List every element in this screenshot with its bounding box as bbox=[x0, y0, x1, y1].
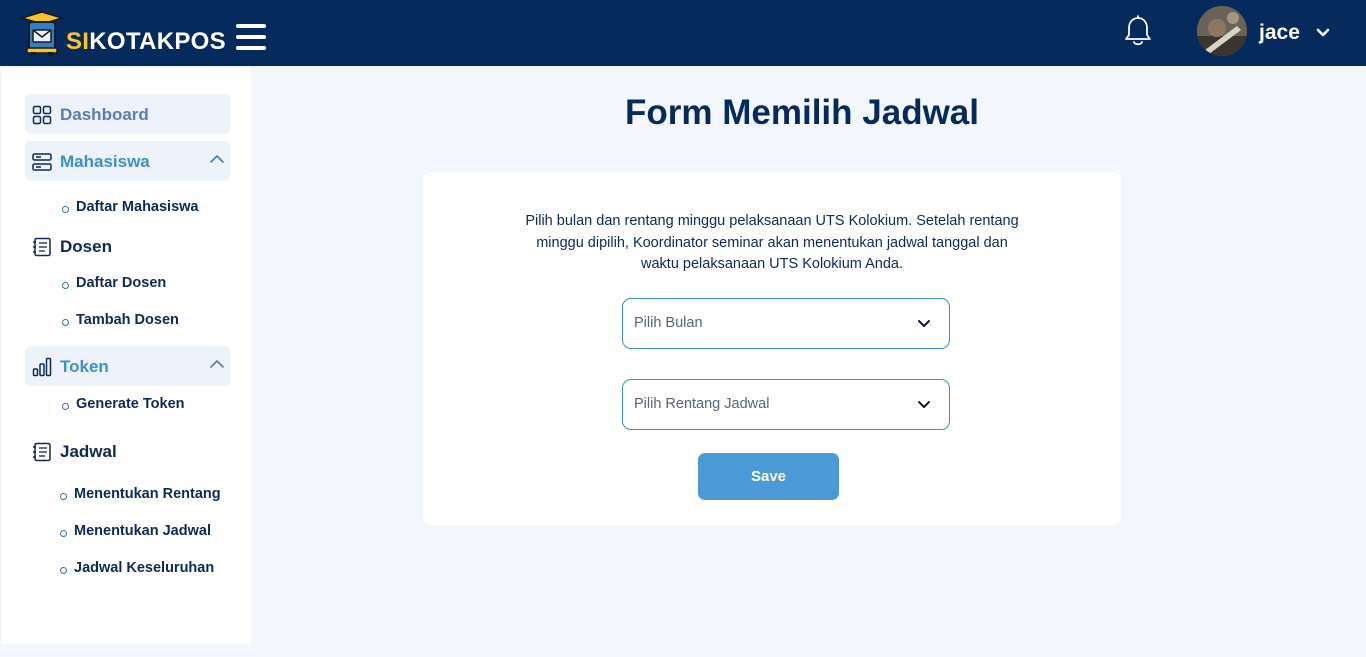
sidebar-subitem-daftar-dosen[interactable]: Daftar Dosen bbox=[61, 275, 166, 291]
chevron-down-icon[interactable] bbox=[1316, 28, 1330, 38]
chevron-down-icon bbox=[918, 320, 930, 327]
sidebar-item-token[interactable]: Token bbox=[25, 346, 230, 386]
month-select[interactable]: Pilih Bulan bbox=[622, 298, 950, 349]
sidebar: Dashboard Mahasiswa Daftar Mahasiswa Dos… bbox=[2, 68, 251, 644]
brand-rest: KOTAKPOS bbox=[89, 28, 226, 55]
sidebar-item-label: Mahasiswa bbox=[60, 152, 150, 171]
bar-chart-icon bbox=[32, 357, 52, 377]
sidebar-subitem-daftar-mahasiswa[interactable]: Daftar Mahasiswa bbox=[62, 199, 199, 215]
sidebar-item-label: Dosen bbox=[60, 237, 112, 256]
sidebar-item-label: Token bbox=[60, 357, 109, 376]
chevron-down-icon bbox=[918, 401, 930, 408]
range-select-placeholder: Pilih Rentang Jadwal bbox=[634, 396, 770, 412]
sidebar-item-dashboard[interactable]: Dashboard bbox=[25, 94, 230, 134]
server-icon bbox=[32, 153, 52, 171]
brand-name: SIKOTAKPOS bbox=[66, 28, 226, 56]
sidebar-item-label: Jadwal bbox=[60, 442, 117, 461]
form-description: Pilih bulan dan rentang minggu pelaksana… bbox=[525, 213, 1019, 272]
sidebar-item-label: Dashboard bbox=[60, 105, 149, 124]
dashboard-icon bbox=[32, 105, 52, 125]
menu-toggle-button[interactable] bbox=[236, 24, 266, 52]
notebook-icon bbox=[33, 442, 51, 462]
page-title: Form Memilih Jadwal bbox=[625, 93, 979, 132]
range-select[interactable]: Pilih Rentang Jadwal bbox=[622, 379, 950, 430]
form-card: Pilih bulan dan rentang minggu pelaksana… bbox=[423, 172, 1121, 525]
brand-accent: SI bbox=[66, 28, 90, 55]
sidebar-item-jadwal[interactable]: Jadwal bbox=[25, 431, 230, 471]
menu-icon-line bbox=[236, 24, 266, 28]
menu-icon-line bbox=[236, 46, 266, 50]
logo-icon bbox=[20, 11, 64, 56]
sidebar-subitem-menentukan-jadwal[interactable]: Menentukan Jadwal bbox=[60, 523, 211, 539]
sidebar-subitem-generate-token[interactable]: Generate Token bbox=[62, 396, 185, 412]
menu-icon-line bbox=[236, 35, 266, 39]
sidebar-item-mahasiswa[interactable]: Mahasiswa bbox=[25, 141, 230, 181]
notebook-icon bbox=[33, 237, 51, 257]
app-logo[interactable] bbox=[20, 10, 64, 56]
avatar-image bbox=[1197, 6, 1247, 56]
top-bar: SIKOTAKPOS jace bbox=[0, 0, 1366, 66]
username[interactable]: jace bbox=[1259, 21, 1300, 45]
save-button[interactable]: Save bbox=[698, 453, 839, 500]
bell-icon[interactable] bbox=[1123, 15, 1153, 47]
chevron-up-icon[interactable] bbox=[210, 359, 224, 368]
avatar[interactable] bbox=[1197, 6, 1247, 56]
sidebar-subitem-tambah-dosen[interactable]: Tambah Dosen bbox=[62, 312, 179, 328]
sidebar-subitem-menentukan-rentang[interactable]: Menentukan Rentang bbox=[60, 486, 221, 502]
chevron-up-icon[interactable] bbox=[210, 154, 224, 163]
month-select-placeholder: Pilih Bulan bbox=[634, 315, 703, 331]
sidebar-subitem-jadwal-keseluruhan[interactable]: Jadwal Keseluruhan bbox=[59, 560, 214, 576]
sidebar-item-dosen[interactable]: Dosen bbox=[25, 226, 230, 266]
